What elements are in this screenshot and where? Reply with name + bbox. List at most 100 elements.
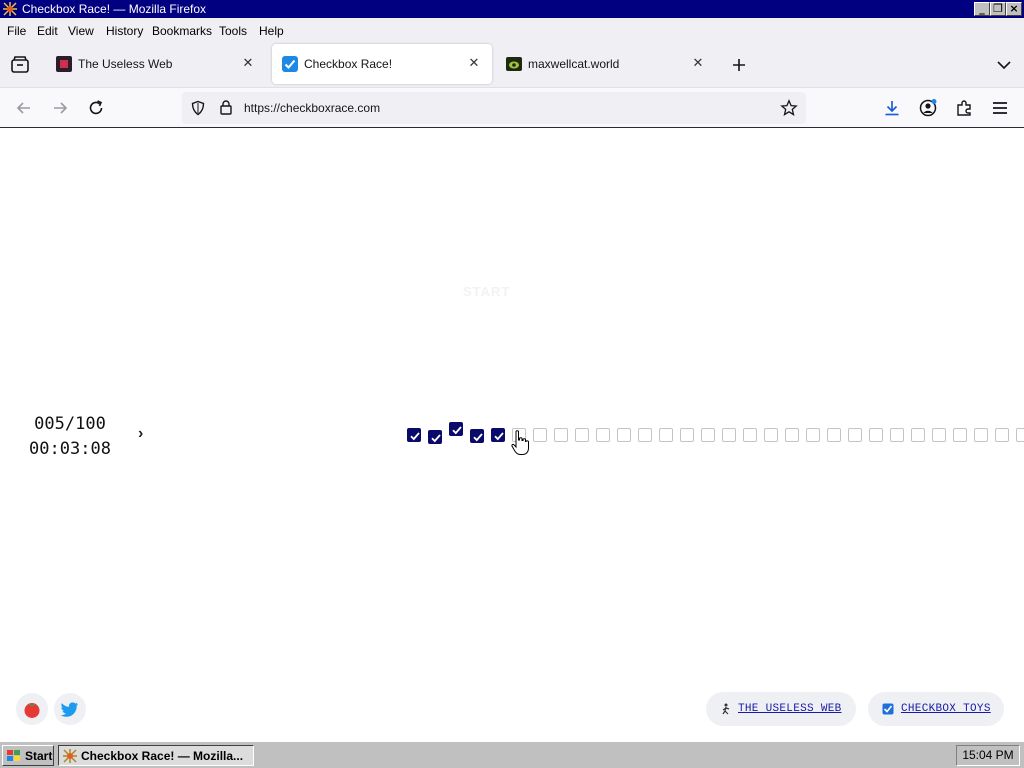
race-counter: 005/100 00:03:08 [22,412,118,462]
useless-web-label[interactable]: THE USELESS WEB [738,703,842,715]
race-checkbox[interactable] [554,428,568,442]
tab-close-icon[interactable]: ✕ [240,55,256,71]
useless-web-favicon [56,56,72,72]
race-checkbox[interactable] [743,428,757,442]
next-chevron[interactable]: › [138,425,143,443]
race-checkbox[interactable] [932,428,946,442]
race-checkbox[interactable] [806,428,820,442]
menu-help[interactable]: Help [259,24,284,38]
race-checkbox[interactable] [911,428,925,442]
tomato-icon [24,703,40,718]
window-title-bar[interactable]: Checkbox Race! — Mozilla Firefox _ ❐ × [0,0,1024,18]
checkbox-favicon [282,56,298,72]
tab-close-icon[interactable]: ✕ [690,55,706,71]
race-checkbox-checked[interactable] [449,422,463,436]
list-all-tabs-icon[interactable] [996,58,1012,72]
tomato-button[interactable] [16,693,48,725]
race-checkbox[interactable] [701,428,715,442]
tab-checkbox-race[interactable]: Checkbox Race! ✕ [272,44,492,84]
race-timer: 00:03:08 [29,439,111,459]
menu-bookmarks[interactable]: Bookmarks [152,24,212,38]
firefox-view-icon[interactable] [10,56,30,74]
twitter-button[interactable] [54,693,86,725]
windows-logo-icon [7,750,20,761]
checkbox-toys-link[interactable]: CHECKBOX TOYS [868,692,1004,726]
race-checkbox[interactable] [617,428,631,442]
reload-icon[interactable] [86,98,106,118]
checkbox-icon [882,703,894,715]
tab-label: Checkbox Race! [304,57,393,71]
race-checkbox-checked[interactable] [407,428,421,442]
progress-count: 005/100 [34,414,106,434]
race-checkbox[interactable] [953,428,967,442]
race-checkbox[interactable] [722,428,736,442]
race-checkbox[interactable] [869,428,883,442]
menu-file[interactable]: File [7,24,26,38]
tab-maxwellcat[interactable]: maxwellcat.world ✕ [496,44,716,84]
tab-useless-web[interactable]: The Useless Web ✕ [46,44,266,84]
useless-web-icon [722,703,730,715]
back-arrow-icon[interactable] [14,98,34,118]
minimize-button[interactable]: _ [974,2,990,16]
page-content: START 005/100 00:03:08 › THE USELESS WEB… [0,129,1024,741]
navigation-toolbar: https://checkboxrace.com [0,88,1024,128]
restore-icon: ❐ [993,2,1003,15]
tab-strip: The Useless Web ✕ Checkbox Race! ✕ maxwe… [0,42,1024,88]
new-tab-icon[interactable] [731,57,747,73]
menu-tools[interactable]: Tools [219,24,247,38]
taskbar: Start Checkbox Race! — Mozilla... 15:04 … [0,741,1024,768]
taskbar-window-label: Checkbox Race! — Mozilla... [81,749,244,763]
race-checkbox[interactable] [596,428,610,442]
useless-web-link[interactable]: THE USELESS WEB [706,692,856,726]
start-label: Start [25,749,53,763]
menu-edit[interactable]: Edit [37,24,58,38]
url-text: https://checkboxrace.com [244,101,381,115]
race-checkbox-checked[interactable] [428,430,442,444]
race-checkbox[interactable] [680,428,694,442]
menu-view[interactable]: View [68,24,94,38]
race-checkbox[interactable] [638,428,652,442]
account-icon[interactable] [918,98,938,118]
hand-pointer-cursor [511,430,529,455]
firefox-app-icon [2,1,18,17]
system-tray-clock[interactable]: 15:04 PM [956,745,1020,766]
race-checkbox[interactable] [848,428,862,442]
bookmark-star-icon[interactable] [780,99,798,117]
close-window-button[interactable]: × [1006,2,1022,16]
tab-close-icon[interactable]: ✕ [466,55,482,71]
race-checkbox-checked[interactable] [491,428,505,442]
start-label[interactable]: START [463,284,510,299]
start-button[interactable]: Start [2,745,54,766]
race-checkbox[interactable] [575,428,589,442]
race-checkbox[interactable] [995,428,1009,442]
hamburger-menu-icon[interactable] [990,98,1010,118]
race-checkbox[interactable] [890,428,904,442]
shield-icon[interactable] [190,100,206,116]
forward-arrow-icon[interactable] [50,98,70,118]
window-title: Checkbox Race! — Mozilla Firefox [22,2,207,16]
checkbox-toys-label[interactable]: CHECKBOX TOYS [901,703,991,715]
address-bar[interactable]: https://checkboxrace.com [182,92,806,124]
lock-icon[interactable] [218,99,234,116]
tab-label: The Useless Web [78,57,173,71]
extensions-icon[interactable] [954,98,974,118]
menu-bar: File Edit View History Bookmarks Tools H… [0,18,1024,42]
race-checkbox[interactable] [659,428,673,442]
firefox-task-icon [62,748,78,764]
race-checkbox[interactable] [974,428,988,442]
race-checkbox[interactable] [533,428,547,442]
menu-history[interactable]: History [106,24,143,38]
tab-label: maxwellcat.world [528,57,620,71]
minimize-icon: _ [979,2,985,15]
race-checkbox-checked[interactable] [470,429,484,443]
close-icon: × [1009,2,1019,15]
twitter-icon [60,702,78,717]
restore-button[interactable]: ❐ [990,2,1006,16]
race-checkbox[interactable] [1016,428,1024,442]
maxwellcat-favicon [506,57,522,71]
race-checkbox[interactable] [785,428,799,442]
race-checkbox[interactable] [764,428,778,442]
race-checkbox[interactable] [827,428,841,442]
taskbar-firefox-window[interactable]: Checkbox Race! — Mozilla... [58,745,254,766]
downloads-icon[interactable] [882,98,902,118]
